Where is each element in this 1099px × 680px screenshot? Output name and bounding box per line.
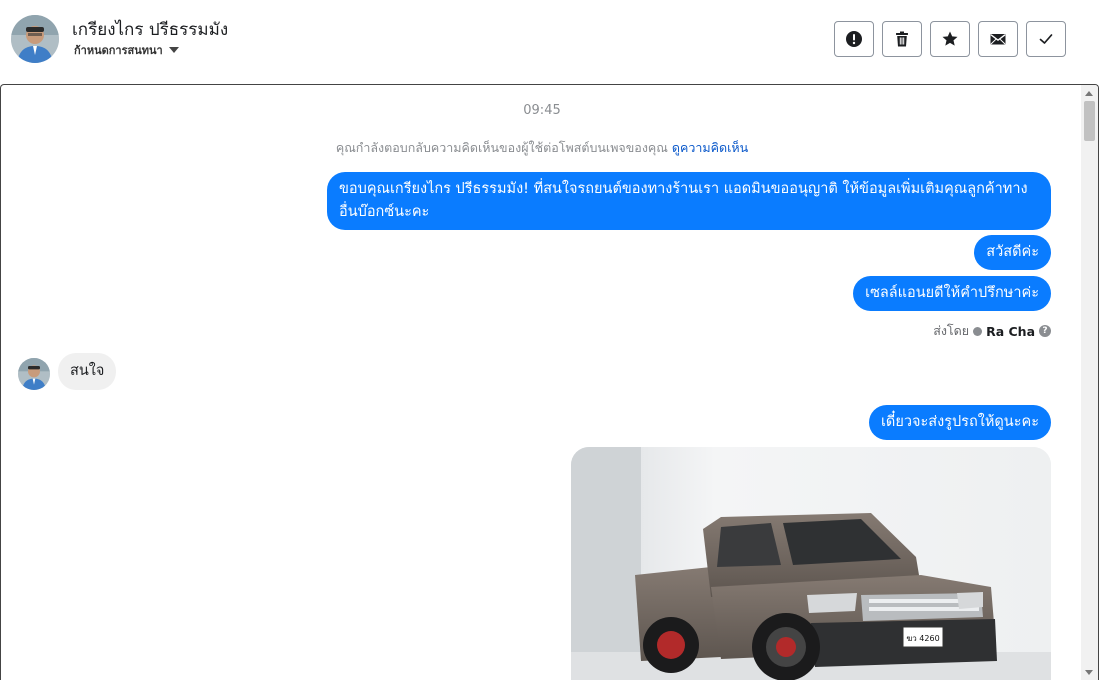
help-icon[interactable]: ? — [1039, 325, 1051, 337]
contact-avatar-small[interactable] — [18, 358, 50, 390]
message-thread[interactable]: 09:45 คุณกำลังตอบกลับความคิดเห็นของผู้ใช… — [0, 84, 1099, 680]
incoming-message[interactable]: สนใจ — [58, 353, 117, 390]
reply-note-text: คุณกำลังตอบกลับความคิดเห็นของผู้ใช้ต่อโพ… — [335, 140, 668, 155]
scroll-thumb[interactable] — [1084, 101, 1095, 141]
mark-unread-button[interactable] — [978, 21, 1018, 57]
scroll-up-arrow-icon[interactable] — [1085, 91, 1093, 96]
conversation-actions — [834, 21, 1066, 57]
conversation-status-label: ก้าหนดการสนทนา — [74, 44, 163, 57]
mark-done-button[interactable] — [1026, 21, 1066, 57]
envelope-icon — [990, 34, 1006, 45]
sent-by-agent: Ra Cha — [986, 323, 1035, 339]
star-icon — [942, 31, 958, 46]
conversation-status-dropdown[interactable]: ก้าหนดการสนทนา — [74, 41, 179, 59]
exclamation-circle-icon — [846, 31, 862, 47]
message-timestamp: 09:45 — [523, 103, 561, 118]
pickup-truck-image: ฆว 4260 — [571, 447, 1051, 680]
delete-button[interactable] — [882, 21, 922, 57]
license-plate-text: ฆว 4260 — [906, 634, 939, 643]
sent-by-info: ส่งโดย Ra Cha ? — [933, 321, 1051, 341]
outgoing-message[interactable]: เซลล์แอนยดีให้คำปรึกษาค่ะ — [853, 276, 1051, 311]
scroll-down-arrow-icon[interactable] — [1085, 670, 1093, 675]
outgoing-message[interactable]: เดี๋ยวจะส่งรูปรถให้ดูนะคะ — [868, 405, 1051, 440]
outgoing-message[interactable]: ขอบคุณเกรียงไกร ปรีธรรมมัง! ที่สนใจรถยนต… — [327, 172, 1051, 230]
contact-avatar[interactable] — [11, 15, 59, 63]
reply-context-note: คุณกำลังตอบกลับความคิดเห็นของผู้ใช้ต่อโพ… — [1, 138, 1083, 158]
view-comment-link[interactable]: ดูความคิดเห็น — [672, 140, 748, 155]
star-button[interactable] — [930, 21, 970, 57]
caret-down-icon — [168, 47, 179, 53]
sent-by-label: ส่งโดย — [933, 323, 970, 338]
agent-status-icon — [973, 326, 983, 336]
conversation-header: เกรียงไกร ปรีธรรมมัง ก้าหนดการสนทนา — [0, 0, 1099, 84]
car-photo-attachment[interactable]: ฆว 4260 — [571, 447, 1051, 680]
trash-icon — [896, 31, 908, 47]
outgoing-message[interactable]: สวัสดีค่ะ — [974, 235, 1051, 270]
check-icon — [1039, 34, 1053, 44]
vertical-scrollbar[interactable] — [1081, 85, 1098, 680]
report-button[interactable] — [834, 21, 874, 57]
contact-name: เกรียงไกร ปรีธรรมมัง — [72, 20, 229, 40]
